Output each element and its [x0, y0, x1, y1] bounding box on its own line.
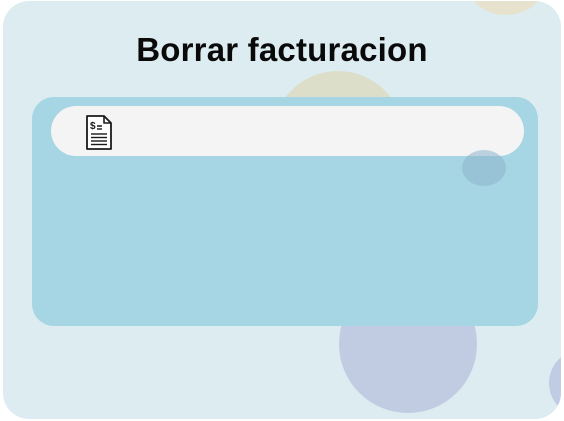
svg-text:$: $	[90, 121, 96, 132]
search-bar[interactable]: $	[51, 106, 524, 156]
decorative-bubble-top-right	[469, 1, 543, 15]
page-card: Borrar facturacion $	[3, 1, 561, 419]
content-panel: $	[32, 97, 538, 326]
page-title: Borrar facturacion	[136, 31, 428, 68]
invoice-document-icon: $	[84, 115, 114, 151]
decorative-bubble-bottom-right	[549, 351, 561, 415]
